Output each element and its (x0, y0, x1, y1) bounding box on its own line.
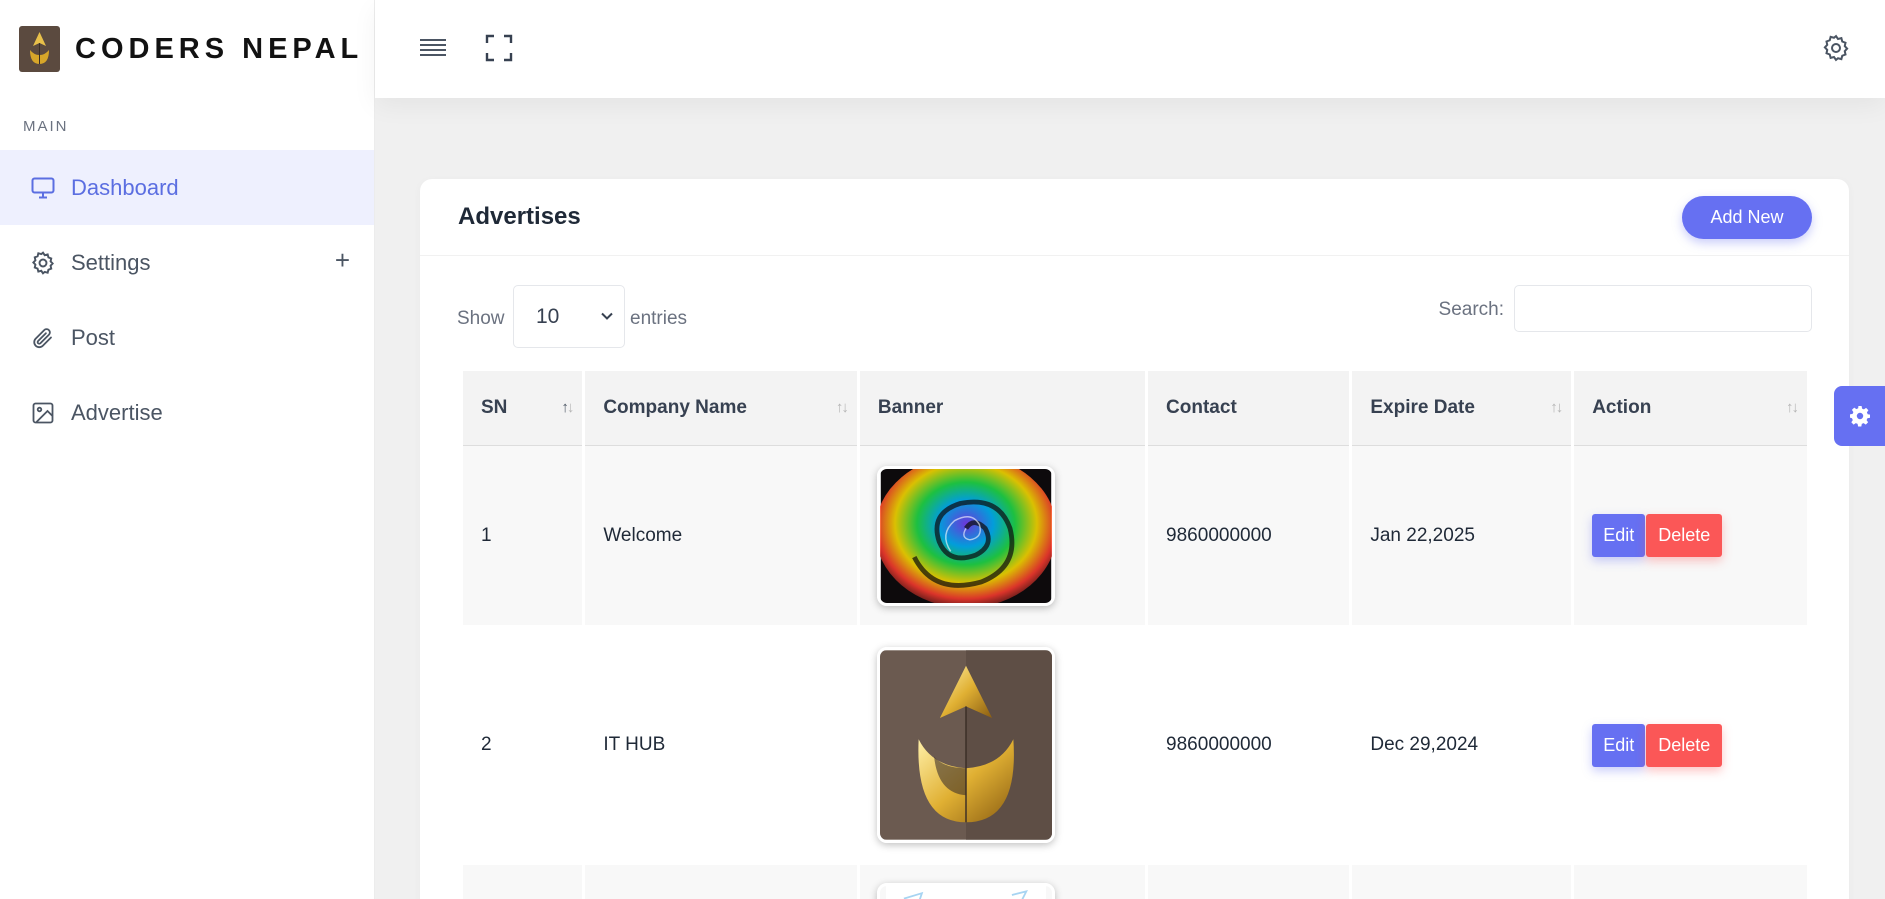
search-label: Search: (1438, 299, 1504, 320)
add-new-button[interactable]: Add New (1682, 196, 1812, 239)
cell-expire: Jan 22,2025 (1352, 446, 1572, 625)
sidebar-item-label: Settings (71, 249, 151, 275)
cell-expire: Dec 29,2024 (1370, 734, 1479, 755)
cell-sn (463, 865, 583, 899)
gear-icon (30, 250, 56, 276)
column-header-action[interactable]: Action ↑↓ (1574, 371, 1807, 446)
search-input[interactable] (1514, 285, 1812, 332)
entries-label: entries (630, 308, 688, 329)
gold-logo-banner-image[interactable] (876, 647, 1055, 843)
gear-icon[interactable] (1821, 32, 1851, 64)
advertises-card: Advertises Add New Show 10 entries Searc… (420, 179, 1849, 899)
hamburger-icon[interactable] (418, 32, 448, 64)
banner-image[interactable] (876, 883, 1055, 899)
cell-actions: Edit Delete (1574, 625, 1807, 865)
sidebar-menu: Dashboard Settings + Post Advertise (0, 150, 374, 450)
sort-icon: ↑↓ (1550, 399, 1563, 416)
image-icon (30, 400, 56, 426)
cell-expire (1352, 865, 1572, 899)
edit-button[interactable]: Edit (1592, 514, 1646, 557)
column-header-label: Expire Date (1370, 397, 1475, 418)
delete-button[interactable]: Delete (1646, 514, 1723, 557)
sidebar: CODERS NEPAL MAIN Dashboard Settings + P… (0, 0, 375, 899)
column-header-label: Company Name (603, 397, 747, 418)
spiral-banner-image[interactable] (876, 465, 1055, 606)
cell-company: Welcome (585, 446, 857, 625)
cell-banner (859, 865, 1146, 899)
sidebar-item-label: Post (71, 324, 116, 350)
cell-company: IT HUB (603, 734, 666, 755)
sort-icon: ↑↓ (835, 399, 849, 416)
plus-icon[interactable]: + (335, 247, 350, 273)
cell-banner (859, 446, 1146, 625)
cell-banner (860, 625, 1145, 865)
sidebar-item-dashboard[interactable]: Dashboard (0, 150, 374, 225)
paperclip-icon (30, 325, 56, 351)
sidebar-item-advertise[interactable]: Advertise (0, 375, 374, 450)
column-header-label: SN (481, 397, 508, 418)
show-label: Show (457, 308, 505, 329)
column-header-contact: Contact (1148, 371, 1350, 446)
delete-button[interactable]: Delete (1646, 723, 1723, 767)
sidebar-item-label: Dashboard (71, 174, 179, 200)
column-header-banner: Banner (859, 371, 1146, 446)
table-header-row: SN ↑↓ Company Name ↑↓ Banner Contact Exp… (463, 371, 1807, 446)
topbar (375, 0, 1885, 98)
brand-logo (19, 26, 60, 72)
cell-contact: 9860000000 (1148, 446, 1350, 625)
edit-button[interactable]: Edit (1592, 723, 1646, 767)
cell-contact (1148, 865, 1350, 899)
sidebar-item-settings[interactable]: Settings + (0, 225, 374, 300)
column-header-sn[interactable]: SN ↑↓ (463, 371, 583, 446)
cell-company (585, 865, 857, 899)
column-header-expire[interactable]: Expire Date ↑↓ (1352, 371, 1572, 446)
column-header-company[interactable]: Company Name ↑↓ (585, 371, 857, 446)
sidebar-item-post[interactable]: Post (0, 300, 374, 375)
entries-select[interactable]: 10 (513, 285, 625, 348)
cell-contact: 9860000000 (1166, 734, 1272, 755)
fullscreen-icon[interactable] (484, 32, 514, 64)
brand-name: CODERS NEPAL (75, 32, 364, 65)
sort-icon: ↑↓ (1786, 399, 1799, 416)
table-row: 1 Welcome 9860000000 Jan 22,2025 Edit De… (463, 446, 1807, 625)
table-row (463, 865, 1807, 899)
card-header: Advertises Add New (420, 179, 1849, 256)
cell-sn: 1 (463, 446, 583, 625)
column-header-label: Action (1592, 397, 1652, 418)
entries-select-value: 10 (536, 304, 560, 328)
page-title: Advertises (458, 203, 581, 230)
gear-icon (1849, 406, 1870, 427)
monitor-icon (30, 175, 56, 201)
cell-sn: 2 (481, 734, 492, 755)
cell-actions (1574, 865, 1807, 899)
brand[interactable]: CODERS NEPAL (0, 0, 374, 98)
menu-section-title: MAIN (23, 118, 69, 135)
table-row: 2 IT HUB 9860000000 Dec 29,2024 Edit Del… (463, 625, 1807, 865)
column-header-label: Banner (877, 397, 944, 418)
column-header-label: Contact (1166, 397, 1237, 418)
sidebar-item-label: Advertise (71, 399, 163, 425)
cell-actions: Edit Delete (1574, 446, 1807, 625)
advertises-table: SN ↑↓ Company Name ↑↓ Banner Contact Exp… (460, 371, 1810, 899)
sort-icon: ↑↓ (561, 399, 574, 416)
theme-settings-toggle[interactable] (1834, 386, 1885, 446)
chevron-down-icon (601, 312, 613, 320)
